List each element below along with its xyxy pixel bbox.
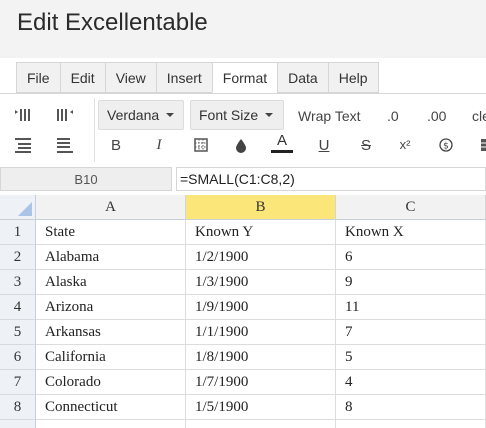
italic-button[interactable]: I	[147, 134, 171, 156]
row-header[interactable]: 2	[0, 245, 36, 270]
cell[interactable]: 5	[336, 345, 486, 370]
increase-decimal-button[interactable]: .00	[427, 108, 446, 124]
underline-button[interactable]: U	[312, 134, 336, 156]
cell[interactable]: Arkansas	[36, 320, 186, 345]
row-header[interactable]: 7	[0, 370, 36, 395]
cell[interactable]: Arizona	[36, 295, 186, 320]
formula-row: B10 =SMALL(C1:C8,2)	[0, 167, 486, 192]
cell[interactable]	[36, 420, 186, 428]
tab-data[interactable]: Data	[277, 62, 328, 93]
cell[interactable]: 7	[336, 320, 486, 345]
cell-reference-box[interactable]: B10	[0, 167, 172, 191]
cell[interactable]: 1/7/1900	[186, 370, 336, 395]
svg-text:$: $	[443, 142, 449, 152]
indent-increase-icon[interactable]	[11, 104, 35, 126]
cell[interactable]: California	[36, 345, 186, 370]
font-color-glyph: A	[276, 131, 287, 149]
chevron-down-icon	[166, 113, 175, 117]
column-header-b[interactable]: B	[186, 195, 336, 220]
table-icon[interactable]	[474, 134, 486, 156]
fill-color-icon[interactable]	[229, 134, 253, 156]
cell[interactable]: Alaska	[36, 270, 186, 295]
row-header[interactable]: 4	[0, 295, 36, 320]
select-all-triangle-icon	[18, 202, 32, 216]
menu-bar: File Edit View Insert Format Data Help	[16, 62, 379, 93]
decrease-decimal-button[interactable]: .0	[387, 108, 399, 124]
tab-help[interactable]: Help	[327, 62, 379, 93]
cell[interactable]: 8	[336, 395, 486, 420]
tab-file[interactable]: File	[16, 62, 60, 93]
cell[interactable]: 6	[336, 245, 486, 270]
row-header[interactable]: 8	[0, 395, 36, 420]
row-header[interactable]: 6	[0, 345, 36, 370]
font-size-dropdown[interactable]: Font Size	[190, 100, 284, 130]
app-title: Edit Excellentable	[17, 9, 208, 36]
tab-edit[interactable]: Edit	[59, 62, 105, 93]
border-icon[interactable]	[189, 134, 213, 156]
cell[interactable]: 9	[336, 270, 486, 295]
cell[interactable]: 1/5/1900	[186, 395, 336, 420]
clear-button[interactable]: cle	[472, 108, 486, 124]
indent-decrease-icon[interactable]	[53, 104, 77, 126]
cell[interactable]: Known X	[336, 220, 486, 245]
cell[interactable]: 1/2/1900	[186, 245, 336, 270]
align-top-icon[interactable]	[11, 134, 35, 156]
cell[interactable]	[336, 420, 486, 428]
cell[interactable]	[186, 420, 336, 428]
tab-view[interactable]: View	[104, 62, 156, 93]
cell[interactable]: State	[36, 220, 186, 245]
cell[interactable]: Alabama	[36, 245, 186, 270]
row-header[interactable]: 3	[0, 270, 36, 295]
toolbar-divider	[94, 98, 95, 162]
row-header[interactable]	[0, 420, 36, 428]
formula-input[interactable]: =SMALL(C1:C8,2)	[176, 167, 486, 191]
cell[interactable]: 1/3/1900	[186, 270, 336, 295]
format-toolbar: Verdana Font Size Wrap Text .0 .00 cle B…	[0, 93, 486, 165]
superscript-button[interactable]: x²	[393, 133, 417, 155]
wrap-text-button[interactable]: Wrap Text	[298, 108, 361, 124]
select-all-corner[interactable]	[0, 195, 36, 220]
font-family-value: Verdana	[107, 107, 160, 123]
title-bar: Edit Excellentable	[0, 0, 486, 58]
font-color-bar	[271, 149, 293, 153]
bold-button[interactable]: B	[104, 134, 128, 156]
strikethrough-button[interactable]: S	[354, 134, 378, 156]
tab-insert[interactable]: Insert	[155, 62, 212, 93]
align-bottom-icon[interactable]	[53, 134, 77, 156]
row-header[interactable]: 1	[0, 220, 36, 245]
font-family-dropdown[interactable]: Verdana	[98, 100, 184, 130]
cell[interactable]: 1/1/1900	[186, 320, 336, 345]
cell[interactable]: 11	[336, 295, 486, 320]
column-header-a[interactable]: A	[36, 195, 186, 220]
cell[interactable]: Known Y	[186, 220, 336, 245]
column-header-c[interactable]: C	[336, 195, 486, 220]
tab-format[interactable]: Format	[211, 62, 278, 93]
row-header[interactable]: 5	[0, 320, 36, 345]
chevron-down-icon	[265, 113, 274, 117]
cell[interactable]: Connecticut	[36, 395, 186, 420]
font-size-value: Font Size	[199, 107, 259, 123]
cell[interactable]: 4	[336, 370, 486, 395]
font-color-icon[interactable]: A	[270, 132, 294, 154]
currency-icon[interactable]: $	[434, 134, 458, 156]
cell[interactable]: 1/9/1900	[186, 295, 336, 320]
spreadsheet-grid: A B C 1 State Known Y Known X 2 Alabama …	[0, 195, 486, 428]
cell[interactable]: 1/8/1900	[186, 345, 336, 370]
cell[interactable]: Colorado	[36, 370, 186, 395]
